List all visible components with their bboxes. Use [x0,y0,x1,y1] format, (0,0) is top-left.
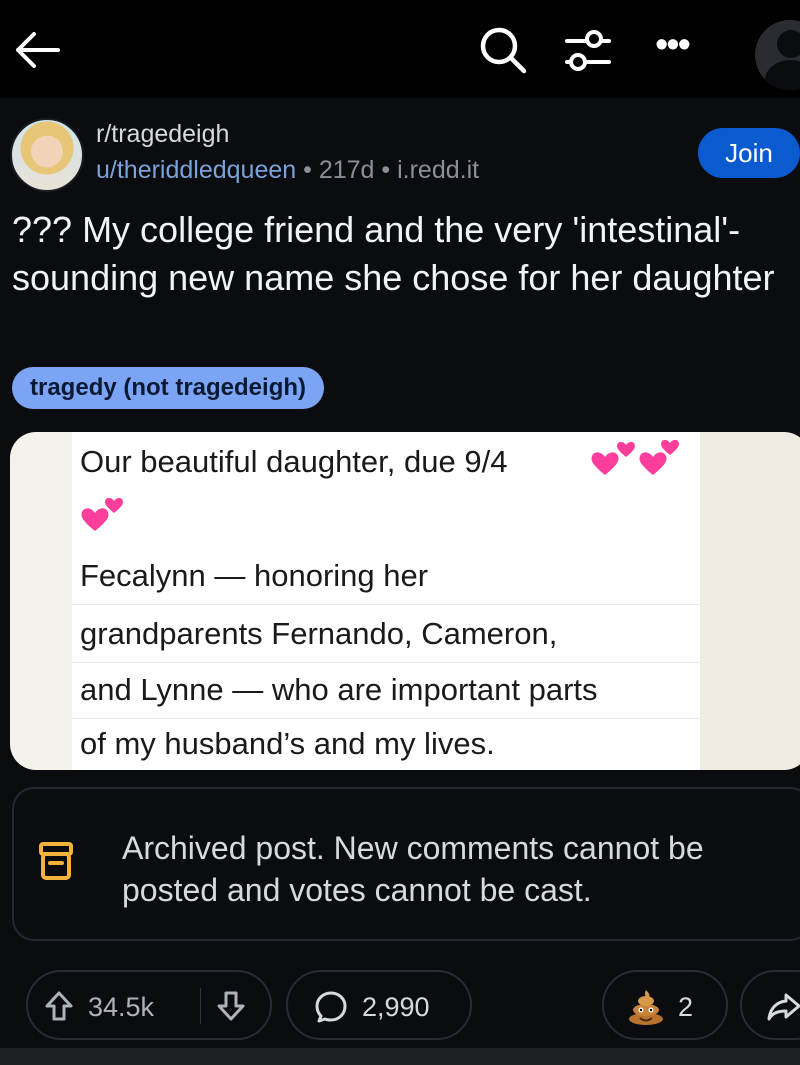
divider [72,604,700,605]
post-age: 217d [318,156,375,184]
awards-button[interactable]: 2 [602,970,728,1040]
post-flair[interactable]: tragedy (not tragedeigh) [12,367,325,409]
heart-icon [105,497,123,513]
comment-icon [315,991,347,1023]
search-icon[interactable] [478,25,528,75]
back-arrow-icon[interactable] [12,28,62,72]
join-button[interactable]: Join [698,128,800,178]
upvote-icon[interactable] [44,990,74,1022]
post-domain[interactable]: i.redd.it [397,156,479,184]
post-title[interactable]: ??? My college friend and the very 'inte… [12,206,800,302]
award-count: 2 [678,992,694,1022]
author-name[interactable]: u/theriddledqueen [96,156,296,184]
user-avatar[interactable] [755,20,800,90]
post-meta: u/theriddledqueen • 217d • i.redd.it [96,156,479,185]
image-text-line: and Lynne — who are important parts [80,672,598,707]
image-text-line: grandparents Fernando, Cameron, [80,616,558,651]
meta-separator: • [381,156,398,184]
image-text-line: of my husband’s and my lives. [80,726,495,761]
meta-separator: • [303,156,319,184]
archive-icon [39,842,73,880]
divider [72,662,700,663]
top-app-bar: ••• [0,0,800,98]
divider [72,718,700,719]
comments-button[interactable]: 2,990 [286,970,472,1040]
vote-divider [200,988,201,1024]
subreddit-name[interactable]: r/tragedeigh [96,120,229,149]
heart-icon [661,439,679,455]
filter-icon[interactable] [565,27,611,75]
image-text-line: Fecalynn — honoring her [80,558,429,593]
poop-award-icon [629,990,663,1025]
post-image[interactable]: Our beautiful daughter, due 9/4 Fecalynn… [10,432,800,770]
heart-icon [617,441,635,457]
downvote-icon[interactable] [216,990,246,1022]
vote-bar: 34.5k [26,970,272,1040]
more-options-icon[interactable]: ••• [655,26,701,70]
archived-message: Archived post. New comments cannot be po… [122,830,704,908]
comment-count: 2,990 [362,992,430,1022]
vote-count: 34.5k [88,992,155,1022]
image-text-line: Our beautiful daughter, due 9/4 [80,444,508,479]
author-avatar[interactable] [10,118,84,192]
bottom-edge [0,1048,800,1065]
archived-notice: Archived post. New comments cannot be po… [12,787,800,941]
share-icon [767,993,800,1021]
